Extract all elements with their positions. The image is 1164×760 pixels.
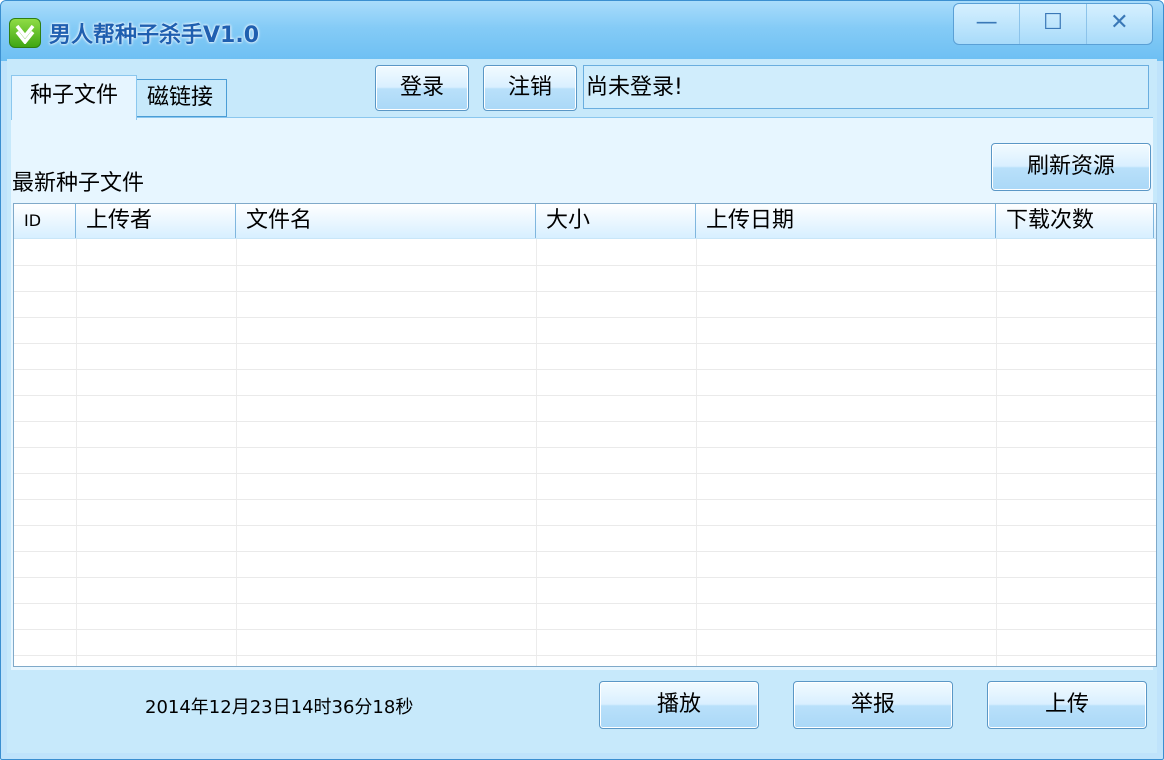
play-button[interactable]: 播放 [599, 681, 759, 729]
table-row[interactable] [14, 603, 1156, 630]
table-row[interactable] [14, 577, 1156, 604]
minimize-icon: — [975, 10, 998, 35]
title-bar[interactable]: 男人帮种子杀手V1.0 — ☐ ✕ [1, 1, 1163, 61]
maximize-icon: ☐ [1043, 10, 1063, 35]
col-header-upload-date[interactable]: 上传日期 [696, 204, 996, 238]
table-row[interactable] [14, 369, 1156, 396]
table-row[interactable] [14, 265, 1156, 292]
table-row[interactable] [14, 447, 1156, 474]
upload-button[interactable]: 上传 [987, 681, 1147, 729]
close-button[interactable]: ✕ [1087, 4, 1152, 44]
torrent-table[interactable]: ID 上传者 文件名 大小 上传日期 下载次数 [13, 203, 1157, 667]
col-header-uploader[interactable]: 上传者 [76, 204, 236, 238]
table-row[interactable] [14, 343, 1156, 370]
window-title: 男人帮种子杀手V1.0 [49, 23, 259, 48]
table-row[interactable] [14, 317, 1156, 344]
window-controls: — ☐ ✕ [953, 3, 1153, 45]
table-row[interactable] [14, 291, 1156, 318]
maximize-button[interactable]: ☐ [1020, 4, 1087, 44]
table-header: ID 上传者 文件名 大小 上传日期 下载次数 [14, 204, 1156, 239]
col-header-download-count[interactable]: 下载次数 [996, 204, 1154, 238]
login-button[interactable]: 登录 [375, 65, 469, 111]
table-row[interactable] [14, 525, 1156, 552]
app-window: 男人帮种子杀手V1.0 — ☐ ✕ 种子文件 磁链接 登录 注销 尚未登录! 最… [0, 0, 1164, 760]
tab-magnet-links[interactable]: 磁链接 [133, 79, 227, 117]
table-row[interactable] [14, 551, 1156, 578]
report-button[interactable]: 举报 [793, 681, 953, 729]
table-row[interactable] [14, 395, 1156, 422]
col-header-filename[interactable]: 文件名 [236, 204, 536, 238]
table-row[interactable] [14, 473, 1156, 500]
tab-torrent-files[interactable]: 种子文件 [11, 75, 137, 120]
clock-label: 2014年12月23日14时36分18秒 [145, 697, 414, 718]
table-row[interactable] [14, 421, 1156, 448]
app-logo-icon [9, 18, 41, 48]
client-area: 种子文件 磁链接 登录 注销 尚未登录! 最新种子文件 刷新资源 ID 上传者 … [7, 59, 1157, 753]
col-header-size[interactable]: 大小 [536, 204, 696, 238]
section-title: 最新种子文件 [12, 171, 145, 196]
table-row[interactable] [14, 499, 1156, 526]
refresh-button[interactable]: 刷新资源 [991, 143, 1151, 191]
table-row[interactable] [14, 629, 1156, 656]
logout-button[interactable]: 注销 [483, 65, 577, 111]
col-header-id[interactable]: ID [14, 204, 76, 238]
table-body [14, 239, 1156, 666]
table-row[interactable] [14, 239, 1156, 266]
login-status: 尚未登录! [583, 65, 1149, 109]
close-icon: ✕ [1110, 10, 1129, 35]
minimize-button[interactable]: — [954, 4, 1021, 44]
